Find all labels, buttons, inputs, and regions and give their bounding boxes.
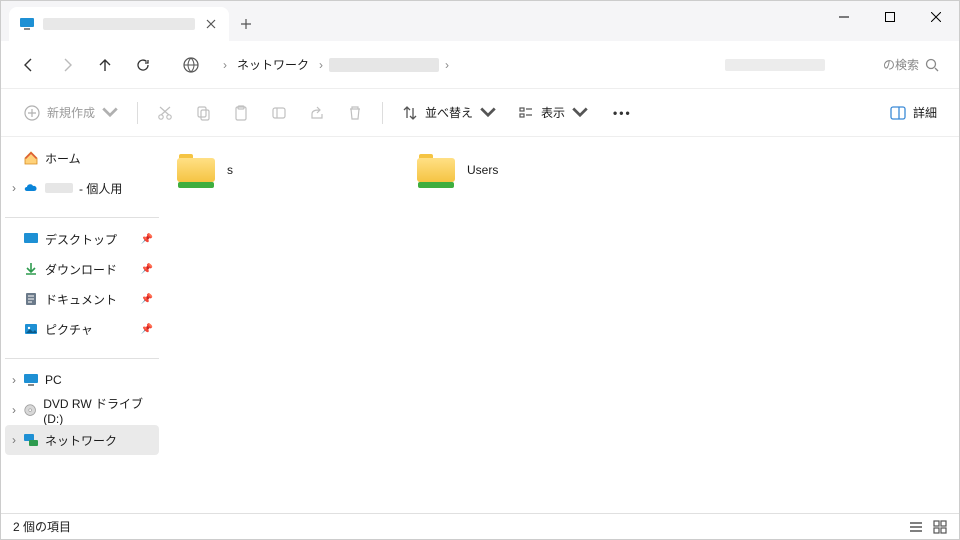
new-tab-button[interactable] bbox=[229, 7, 263, 41]
chevron-down-icon bbox=[479, 104, 497, 122]
new-label: 新規作成 bbox=[47, 104, 95, 121]
sidebar-label: ダウンロード bbox=[45, 261, 117, 278]
title-bar bbox=[1, 1, 959, 41]
list-item[interactable]: s bbox=[177, 149, 387, 191]
sidebar-label: ネットワーク bbox=[45, 432, 117, 449]
command-bar: 新規作成 並べ替え 表示 ••• 詳細 bbox=[1, 89, 959, 137]
chevron-down-icon bbox=[101, 104, 119, 122]
pin-icon: 📌 bbox=[141, 234, 153, 245]
sidebar-label: ドキュメント bbox=[45, 291, 117, 308]
shared-folder-icon bbox=[417, 152, 457, 188]
forward-button[interactable] bbox=[51, 49, 83, 81]
sidebar-item-pc[interactable]: › PC bbox=[5, 365, 159, 395]
crumb-host[interactable] bbox=[329, 58, 439, 72]
status-bar: 2 個の項目 bbox=[1, 513, 959, 539]
sort-button[interactable]: 並べ替え bbox=[393, 97, 505, 129]
new-button[interactable]: 新規作成 bbox=[15, 97, 127, 129]
sidebar-item-dvd[interactable]: › DVD RW ドライブ (D:) bbox=[5, 395, 159, 425]
sidebar-label: DVD RW ドライブ (D:) bbox=[43, 395, 153, 426]
more-button[interactable]: ••• bbox=[601, 97, 644, 129]
sidebar-label: - 個人用 bbox=[79, 180, 122, 197]
copy-button[interactable] bbox=[186, 97, 220, 129]
navigation-pane: ホーム › - 個人用 デスクトップ 📌 ダウンロード 📌 bbox=[1, 137, 163, 513]
globe-icon[interactable] bbox=[175, 49, 207, 81]
download-icon bbox=[23, 261, 39, 277]
monitor-icon bbox=[23, 372, 39, 388]
item-name: s bbox=[227, 163, 233, 177]
chevron-right-icon: › bbox=[319, 58, 323, 72]
pin-icon: 📌 bbox=[141, 294, 153, 305]
maximize-button[interactable] bbox=[867, 1, 913, 33]
divider bbox=[5, 217, 159, 218]
sidebar-label: ホーム bbox=[45, 150, 81, 167]
window-tab[interactable] bbox=[9, 7, 229, 41]
separator bbox=[137, 102, 138, 124]
chevron-right-icon: › bbox=[223, 58, 227, 72]
sidebar-item-onedrive[interactable]: › - 個人用 bbox=[5, 173, 159, 203]
desktop-icon bbox=[23, 231, 39, 247]
rename-button[interactable] bbox=[262, 97, 296, 129]
chevron-right-icon[interactable]: › bbox=[7, 433, 21, 447]
view-button[interactable]: 表示 bbox=[509, 97, 597, 129]
search-icon bbox=[925, 58, 939, 72]
chevron-right-icon[interactable]: › bbox=[7, 403, 21, 417]
sidebar-label: デスクトップ bbox=[45, 231, 117, 248]
onedrive-name-blur bbox=[45, 183, 73, 193]
minimize-button[interactable] bbox=[821, 1, 867, 33]
sidebar-item-desktop[interactable]: デスクトップ 📌 bbox=[5, 224, 159, 254]
picture-icon bbox=[23, 321, 39, 337]
cloud-icon bbox=[23, 180, 39, 196]
sidebar-item-downloads[interactable]: ダウンロード 📌 bbox=[5, 254, 159, 284]
search-prefix-blur bbox=[725, 59, 825, 71]
chevron-right-icon: › bbox=[445, 58, 449, 72]
cut-button[interactable] bbox=[148, 97, 182, 129]
details-pane-button[interactable]: 詳細 bbox=[881, 97, 945, 129]
close-tab-icon[interactable] bbox=[203, 16, 219, 32]
sidebar-item-home[interactable]: ホーム bbox=[5, 143, 159, 173]
chevron-right-icon[interactable]: › bbox=[7, 373, 21, 387]
details-label: 詳細 bbox=[913, 104, 937, 121]
network-icon bbox=[23, 432, 39, 448]
paste-button[interactable] bbox=[224, 97, 258, 129]
item-name: Users bbox=[467, 163, 498, 177]
search-placeholder: の検索 bbox=[831, 56, 919, 73]
document-icon bbox=[23, 291, 39, 307]
file-list: s Users bbox=[163, 137, 959, 513]
list-item[interactable]: Users bbox=[417, 149, 627, 191]
pin-icon: 📌 bbox=[141, 324, 153, 335]
separator bbox=[382, 102, 383, 124]
pin-icon: 📌 bbox=[141, 264, 153, 275]
sidebar-label: ピクチャ bbox=[45, 321, 93, 338]
chevron-right-icon[interactable]: › bbox=[7, 181, 21, 195]
search-box[interactable]: の検索 bbox=[717, 49, 947, 81]
sidebar-item-documents[interactable]: ドキュメント 📌 bbox=[5, 284, 159, 314]
share-button[interactable] bbox=[300, 97, 334, 129]
disc-icon bbox=[23, 402, 37, 418]
thumbnails-view-icon[interactable] bbox=[933, 520, 947, 534]
tab-title bbox=[43, 18, 195, 30]
sidebar-item-pictures[interactable]: ピクチャ 📌 bbox=[5, 314, 159, 344]
sidebar-label: PC bbox=[45, 373, 62, 387]
address-bar: › ネットワーク › › の検索 bbox=[1, 41, 959, 89]
refresh-button[interactable] bbox=[127, 49, 159, 81]
up-button[interactable] bbox=[89, 49, 121, 81]
details-view-icon[interactable] bbox=[909, 520, 923, 534]
breadcrumb[interactable]: › ネットワーク › › bbox=[213, 52, 711, 77]
item-count: 2 個の項目 bbox=[13, 518, 909, 535]
back-button[interactable] bbox=[13, 49, 45, 81]
delete-button[interactable] bbox=[338, 97, 372, 129]
monitor-icon bbox=[19, 16, 35, 32]
crumb-network[interactable]: ネットワーク bbox=[233, 52, 313, 77]
sort-label: 並べ替え bbox=[425, 104, 473, 121]
shared-folder-icon bbox=[177, 152, 217, 188]
home-icon bbox=[23, 150, 39, 166]
chevron-down-icon bbox=[571, 104, 589, 122]
sidebar-item-network[interactable]: › ネットワーク bbox=[5, 425, 159, 455]
view-label: 表示 bbox=[541, 104, 565, 121]
close-window-button[interactable] bbox=[913, 1, 959, 33]
divider bbox=[5, 358, 159, 359]
